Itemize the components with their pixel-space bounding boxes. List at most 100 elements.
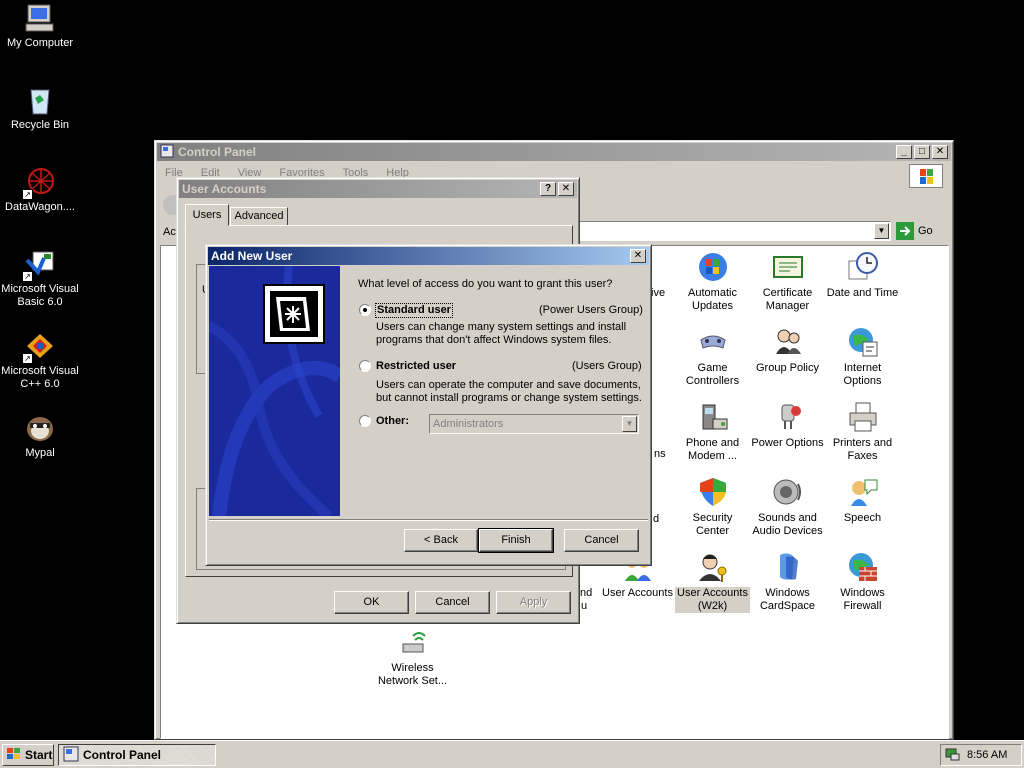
cp-item-label: Speech bbox=[843, 512, 882, 524]
cp-item-power-options[interactable]: Power Options bbox=[750, 401, 825, 450]
cp-item-label: Game Controllers bbox=[685, 362, 740, 387]
tab-advanced[interactable]: Advanced bbox=[230, 207, 288, 226]
address-bar[interactable]: ▼ bbox=[575, 221, 891, 241]
go-button[interactable]: Go bbox=[896, 221, 944, 241]
restricted-user-radio[interactable] bbox=[359, 360, 371, 372]
desktop-icon-recycle-bin[interactable]: Recycle Bin bbox=[0, 84, 80, 132]
cp-item-windows-cardspace[interactable]: Windows CardSpace bbox=[750, 551, 825, 613]
cp-item-printers-and-faxes[interactable]: Printers and Faxes bbox=[825, 401, 900, 463]
automatic-updates-icon bbox=[697, 251, 729, 283]
start-button[interactable]: Start bbox=[2, 744, 54, 766]
chevron-down-icon[interactable]: ▼ bbox=[622, 416, 637, 432]
my-computer-icon bbox=[24, 2, 56, 34]
clock-icon bbox=[847, 251, 879, 283]
cp-item-label: Internet Options bbox=[843, 362, 882, 387]
cp-item-group-policy[interactable]: Group Policy bbox=[750, 326, 825, 375]
recycle-bin-icon bbox=[24, 84, 56, 116]
globe-icon bbox=[847, 326, 879, 358]
control-panel-icon bbox=[63, 746, 79, 765]
cp-item-label: User Accounts bbox=[602, 587, 673, 599]
cp-item-wireless-network[interactable]: Wireless Network Set... bbox=[375, 626, 450, 688]
printer-icon bbox=[847, 401, 879, 433]
cp-item-date-and-time[interactable]: Date and Time bbox=[825, 251, 900, 300]
users-key-icon bbox=[263, 284, 325, 344]
cp-item-automatic-updates[interactable]: Automatic Updates bbox=[675, 251, 750, 313]
system-tray: 8:56 AM bbox=[940, 744, 1022, 766]
phone-icon bbox=[697, 401, 729, 433]
add-new-user-titlebar[interactable]: Add New User ✕ bbox=[208, 247, 649, 265]
clock[interactable]: 8:56 AM bbox=[967, 749, 1007, 761]
cp-item-speech[interactable]: Speech bbox=[825, 476, 900, 525]
back-button[interactable]: < Back bbox=[404, 529, 478, 552]
datawagon-icon: ↗ bbox=[22, 166, 56, 200]
other-label[interactable]: Other: bbox=[376, 415, 409, 428]
desktop-icon-mypal[interactable]: Mypal bbox=[0, 412, 80, 460]
group-policy-icon bbox=[772, 326, 804, 358]
desktop-icon-visual-basic[interactable]: ↗ Microsoft Visual Basic 6.0 bbox=[0, 248, 80, 309]
cp-item-label: User Accounts (W2k) bbox=[675, 587, 750, 613]
cp-item-phone-and-modem[interactable]: Phone and Modem ... bbox=[675, 401, 750, 463]
standard-user-group: (Power Users Group) bbox=[539, 304, 643, 316]
visual-cpp-icon: ↗ bbox=[22, 330, 56, 364]
apply-button[interactable]: Apply bbox=[496, 591, 571, 614]
address-label: Ac bbox=[163, 226, 176, 238]
partial-label: u bbox=[581, 600, 588, 612]
restricted-user-label[interactable]: Restricted user bbox=[376, 360, 456, 373]
windows-flag-icon bbox=[6, 747, 22, 764]
standard-user-desc: Users can change many system settings an… bbox=[376, 321, 627, 333]
window-title: User Accounts bbox=[182, 182, 267, 196]
network-tray-icon[interactable] bbox=[945, 746, 961, 765]
cp-item-label: Sounds and Audio Devices bbox=[752, 512, 823, 537]
user-key-icon bbox=[697, 551, 729, 583]
cp-item-windows-firewall[interactable]: Windows Firewall bbox=[825, 551, 900, 613]
cp-item-sounds-audio[interactable]: Sounds and Audio Devices bbox=[750, 476, 825, 538]
desktop-icon-my-computer[interactable]: My Computer bbox=[0, 2, 80, 50]
address-dropdown-button[interactable]: ▼ bbox=[874, 223, 889, 239]
power-icon bbox=[772, 401, 804, 433]
restricted-user-desc: Users can operate the computer and save … bbox=[376, 379, 641, 391]
other-group-value: Administrators bbox=[433, 418, 504, 430]
cancel-button[interactable]: Cancel bbox=[415, 591, 490, 614]
visual-basic-icon: ↗ bbox=[22, 248, 56, 282]
cp-item-label: Date and Time bbox=[826, 287, 899, 299]
wireless-icon bbox=[397, 626, 429, 658]
close-button[interactable]: ✕ bbox=[630, 249, 646, 263]
cp-item-security-center[interactable]: Security Center bbox=[675, 476, 750, 538]
standard-user-label[interactable]: Standard user bbox=[375, 303, 453, 318]
close-button[interactable]: ✕ bbox=[558, 182, 574, 196]
cp-item-game-controllers[interactable]: Game Controllers bbox=[675, 326, 750, 388]
control-panel-titlebar[interactable]: Control Panel _ □ ✕ bbox=[157, 143, 951, 161]
mypal-icon bbox=[24, 412, 56, 444]
cancel-button[interactable]: Cancel bbox=[564, 529, 639, 552]
start-label: Start bbox=[25, 748, 53, 762]
tab-users[interactable]: Users bbox=[185, 204, 229, 226]
minimize-button[interactable]: _ bbox=[896, 145, 912, 159]
cp-item-label: Printers and Faxes bbox=[832, 437, 893, 462]
windows-logo bbox=[909, 164, 943, 188]
desktop-icon-datawagon[interactable]: ↗ DataWagon.... bbox=[0, 166, 80, 214]
desktop-icon-visual-cpp[interactable]: ↗ Microsoft Visual C++ 6.0 bbox=[0, 330, 80, 391]
cp-item-label: Group Policy bbox=[756, 362, 819, 374]
cp-item-user-accounts-w2k[interactable]: User Accounts (W2k) bbox=[675, 551, 750, 613]
desktop-icon-label: Recycle Bin bbox=[10, 119, 70, 131]
ok-button[interactable]: OK bbox=[334, 591, 409, 614]
taskbar: Start Control Panel 8:56 AM bbox=[0, 740, 1024, 768]
cp-item-certificate-manager[interactable]: Certificate Manager bbox=[750, 251, 825, 313]
control-panel-icon bbox=[160, 144, 174, 161]
cp-item-label: Power Options bbox=[751, 437, 824, 449]
help-button[interactable]: ? bbox=[540, 182, 556, 196]
standard-user-radio[interactable] bbox=[359, 304, 371, 316]
partial-label: ns bbox=[654, 448, 666, 460]
user-accounts-titlebar[interactable]: User Accounts ? ✕ bbox=[179, 180, 577, 198]
maximize-button[interactable]: □ bbox=[914, 145, 930, 159]
window-title: Control Panel bbox=[178, 145, 257, 159]
desktop-icon-label: Microsoft Visual C++ 6.0 bbox=[1, 365, 79, 390]
taskbar-button-control-panel[interactable]: Control Panel bbox=[58, 744, 216, 766]
finish-button[interactable]: Finish bbox=[478, 528, 554, 553]
other-group-select[interactable]: Administrators ▼ bbox=[429, 414, 639, 434]
cp-item-internet-options[interactable]: Internet Options bbox=[825, 326, 900, 388]
close-button[interactable]: ✕ bbox=[932, 145, 948, 159]
speech-icon bbox=[847, 476, 879, 508]
standard-user-desc: programs that don't affect Windows syste… bbox=[376, 334, 612, 346]
other-radio[interactable] bbox=[359, 415, 371, 427]
